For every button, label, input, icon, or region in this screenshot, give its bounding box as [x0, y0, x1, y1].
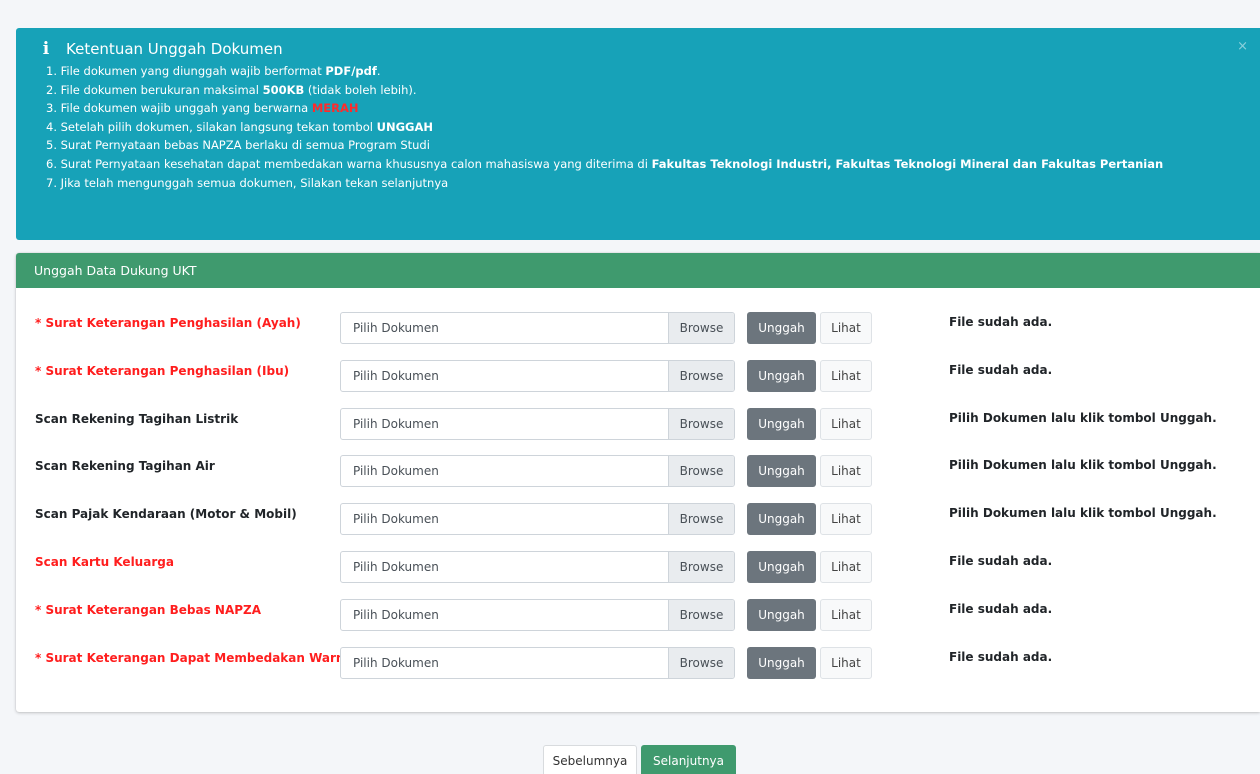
- upload-status: File sudah ada.: [949, 315, 1053, 329]
- rule-item: 5. Surat Pernyataan bebas NAPZA berlaku …: [46, 136, 1260, 155]
- info-icon: i: [42, 39, 50, 59]
- upload-button[interactable]: Unggah: [747, 551, 816, 583]
- view-button[interactable]: Lihat: [820, 407, 872, 440]
- rule-item: 3. File dokumen wajib unggah yang berwar…: [46, 99, 1260, 118]
- upload-row: * Surat Keterangan Bebas NAPZA Pilih Doku…: [16, 598, 1260, 633]
- file-placeholder: Pilih Dokumen: [353, 368, 439, 383]
- rule-text: .: [376, 64, 381, 78]
- rule-item: 1. File dokumen yang diunggah wajib berf…: [46, 62, 1260, 81]
- upload-button[interactable]: Unggah: [747, 503, 816, 536]
- view-button[interactable]: Lihat: [820, 503, 872, 536]
- browse-button[interactable]: Browse: [668, 360, 734, 391]
- upload-row: Scan Pajak Kendaraan (Motor & Mobil) Pili…: [16, 503, 1260, 537]
- document-label: * Surat Keterangan Penghasilan (Ibu): [35, 363, 290, 378]
- file-placeholder: Pilih Dokumen: [353, 416, 439, 431]
- file-placeholder: Pilih Dokumen: [353, 321, 439, 335]
- file-placeholder: Pilih Dokumen: [353, 655, 439, 670]
- rule-text: 4. Setelah pilih dokumen, silakan langsu…: [46, 119, 377, 134]
- rule-item: 4. Setelah pilih dokumen, silakan langsu…: [46, 118, 1260, 137]
- rule-item: 2. File dokumen berukuran maksimal 500KB…: [46, 81, 1260, 100]
- upload-button[interactable]: Unggah: [747, 455, 816, 488]
- rule-text: 5. Surat Pernyataan bebas NAPZA berlaku …: [46, 138, 430, 153]
- file-placeholder: Pilih Dokumen: [353, 560, 439, 574]
- card-title: Unggah Data Dukung UKT: [16, 253, 1260, 288]
- upload-button[interactable]: Unggah: [747, 598, 816, 631]
- upload-row: Scan Kartu Keluarga Pilih Dokumen Browse Un…: [16, 551, 1260, 585]
- alert-title-row: i Ketentuan Unggah Dokumen: [38, 39, 1260, 59]
- rule-text: 2. File dokumen berukuran maksimal: [46, 82, 263, 97]
- view-button[interactable]: Lihat: [820, 646, 872, 679]
- browse-button[interactable]: Browse: [668, 456, 734, 487]
- file-placeholder: Pilih Dokumen: [353, 607, 439, 622]
- view-button[interactable]: Lihat: [820, 455, 872, 488]
- file-input[interactable]: Pilih Dokumen Browse: [340, 503, 735, 536]
- previous-button[interactable]: Sebelumnya: [543, 745, 637, 774]
- rule-emphasis: Fakultas Teknologi Industri, Fakultas Te…: [651, 156, 1164, 171]
- upload-row: * Surat Keterangan Penghasilan (Ayah) Pil…: [16, 312, 1260, 346]
- rule-item: 7. Jika telah mengunggah semua dokumen, …: [46, 174, 1260, 193]
- document-label: Scan Pajak Kendaraan (Motor & Mobil): [35, 507, 297, 522]
- upload-status: File sudah ada.: [949, 649, 1053, 664]
- view-button[interactable]: Lihat: [820, 359, 872, 392]
- browse-button[interactable]: Browse: [668, 313, 734, 343]
- upload-status: File sudah ada.: [949, 554, 1053, 568]
- rule-emphasis: 500KB: [262, 82, 305, 97]
- view-button[interactable]: Lihat: [820, 312, 872, 344]
- browse-button[interactable]: Browse: [668, 647, 734, 678]
- document-label: Scan Kartu Keluarga: [35, 555, 174, 569]
- upload-button[interactable]: Unggah: [747, 646, 816, 679]
- upload-button[interactable]: Unggah: [747, 312, 816, 344]
- upload-row: * Surat Keterangan Dapat Membedakan Warn…: [16, 646, 1260, 681]
- file-input[interactable]: Pilih Dokumen Browse: [340, 407, 735, 440]
- upload-status: File sudah ada.: [949, 601, 1053, 616]
- document-label: Scan Rekening Tagihan Air: [35, 459, 215, 474]
- browse-button[interactable]: Browse: [668, 408, 734, 439]
- navigation-buttons: Sebelumnya Selanjutnya: [543, 745, 736, 774]
- file-input[interactable]: Pilih Dokumen Browse: [340, 455, 735, 488]
- document-label: * Surat Keterangan Dapat Membedakan Warn…: [35, 650, 353, 665]
- next-button[interactable]: Selanjutnya: [641, 745, 736, 774]
- view-button[interactable]: Lihat: [820, 551, 872, 583]
- rule-text: 7. Jika telah mengunggah semua dokumen, …: [46, 175, 449, 190]
- browse-button[interactable]: Browse: [668, 599, 734, 630]
- upload-button[interactable]: Unggah: [747, 407, 816, 440]
- alert-title: Ketentuan Unggah Dokumen: [66, 40, 283, 58]
- upload-status: Pilih Dokumen lalu klik tombol Unggah.: [949, 506, 1217, 521]
- upload-status: Pilih Dokumen lalu klik tombol Unggah.: [949, 410, 1217, 425]
- rule-item: 6. Surat Pernyataan kesehatan dapat memb…: [46, 155, 1260, 174]
- rule-text: 6. Surat Pernyataan kesehatan dapat memb…: [46, 156, 652, 171]
- view-button[interactable]: Lihat: [820, 598, 872, 631]
- upload-status: Pilih Dokumen lalu klik tombol Unggah.: [949, 458, 1217, 473]
- file-input[interactable]: Pilih Dokumen Browse: [340, 646, 735, 679]
- file-input[interactable]: Pilih Dokumen Browse: [340, 551, 735, 583]
- document-label: * Surat Keterangan Bebas NAPZA: [35, 602, 262, 617]
- upload-button[interactable]: Unggah: [747, 359, 816, 392]
- document-label: Scan Rekening Tagihan Listrik: [35, 411, 239, 426]
- rule-text: (tidak boleh lebih).: [304, 82, 417, 97]
- rule-emphasis: PDF/pdf: [325, 64, 377, 78]
- rule-emphasis: UNGGAH: [376, 119, 433, 134]
- upload-card: Unggah Data Dukung UKT * Surat Keteranga…: [16, 253, 1260, 712]
- rule-text: 3. File dokumen wajib unggah yang berwar…: [46, 101, 312, 116]
- browse-button[interactable]: Browse: [668, 552, 734, 582]
- file-placeholder: Pilih Dokumen: [353, 464, 439, 479]
- file-input[interactable]: Pilih Dokumen Browse: [340, 312, 735, 344]
- rules-list: 1. File dokumen yang diunggah wajib berf…: [38, 62, 1260, 192]
- upload-rules-alert: i Ketentuan Unggah Dokumen × 1. File dok…: [16, 28, 1260, 240]
- upload-row: * Surat Keterangan Penghasilan (Ibu) Pili…: [16, 359, 1260, 394]
- file-input[interactable]: Pilih Dokumen Browse: [340, 359, 735, 392]
- rule-red-word: MERAH: [311, 101, 359, 116]
- close-icon[interactable]: ×: [1237, 39, 1248, 54]
- upload-row: Scan Rekening Tagihan Air Pilih Dokumen Br…: [16, 455, 1260, 489]
- browse-button[interactable]: Browse: [668, 504, 734, 535]
- rule-text: 1. File dokumen yang diunggah wajib berf…: [46, 64, 326, 78]
- upload-status: File sudah ada.: [949, 362, 1053, 377]
- file-placeholder: Pilih Dokumen: [353, 512, 439, 527]
- document-label: * Surat Keterangan Penghasilan (Ayah): [35, 316, 301, 330]
- file-input[interactable]: Pilih Dokumen Browse: [340, 598, 735, 631]
- upload-row: Scan Rekening Tagihan Listrik Pilih Dokum…: [16, 407, 1260, 442]
